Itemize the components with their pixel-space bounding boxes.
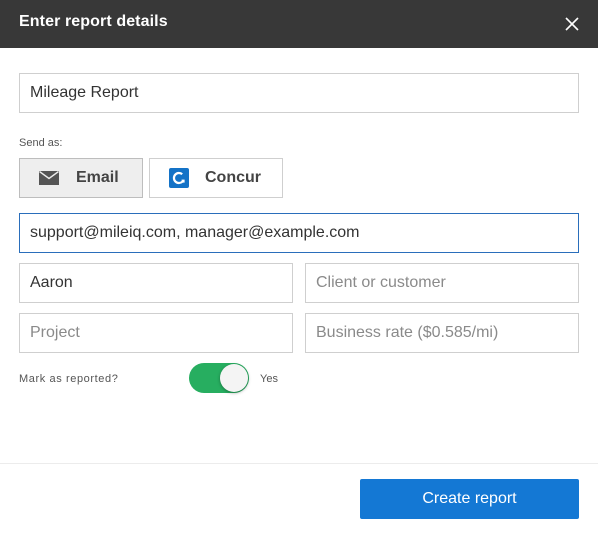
project-input[interactable] bbox=[19, 313, 293, 353]
report-details-dialog: Enter report details Send as: Email Conc… bbox=[0, 0, 598, 533]
recipients-input[interactable] bbox=[19, 213, 579, 253]
footer-divider bbox=[0, 463, 598, 464]
close-icon bbox=[565, 17, 579, 31]
toggle-state-label: Yes bbox=[260, 373, 278, 385]
name-input[interactable] bbox=[19, 263, 293, 303]
concur-logo-icon bbox=[169, 168, 189, 188]
send-concur-button[interactable]: Concur bbox=[149, 158, 283, 198]
mark-reported-toggle[interactable] bbox=[189, 363, 249, 393]
toggle-knob bbox=[220, 364, 248, 392]
dialog-title: Enter report details bbox=[19, 13, 168, 30]
close-button[interactable] bbox=[563, 15, 581, 33]
mark-reported-label: Mark as reported? bbox=[19, 373, 119, 385]
create-report-button[interactable]: Create report bbox=[360, 479, 579, 519]
send-as-label: Send as: bbox=[19, 137, 63, 149]
client-input[interactable] bbox=[305, 263, 579, 303]
report-name-input[interactable] bbox=[19, 73, 579, 113]
dialog-header: Enter report details bbox=[0, 0, 598, 48]
envelope-icon bbox=[39, 171, 59, 185]
business-rate-input[interactable] bbox=[305, 313, 579, 353]
send-email-label: Email bbox=[76, 169, 119, 186]
send-email-button[interactable]: Email bbox=[19, 158, 143, 198]
send-concur-label: Concur bbox=[205, 169, 261, 186]
